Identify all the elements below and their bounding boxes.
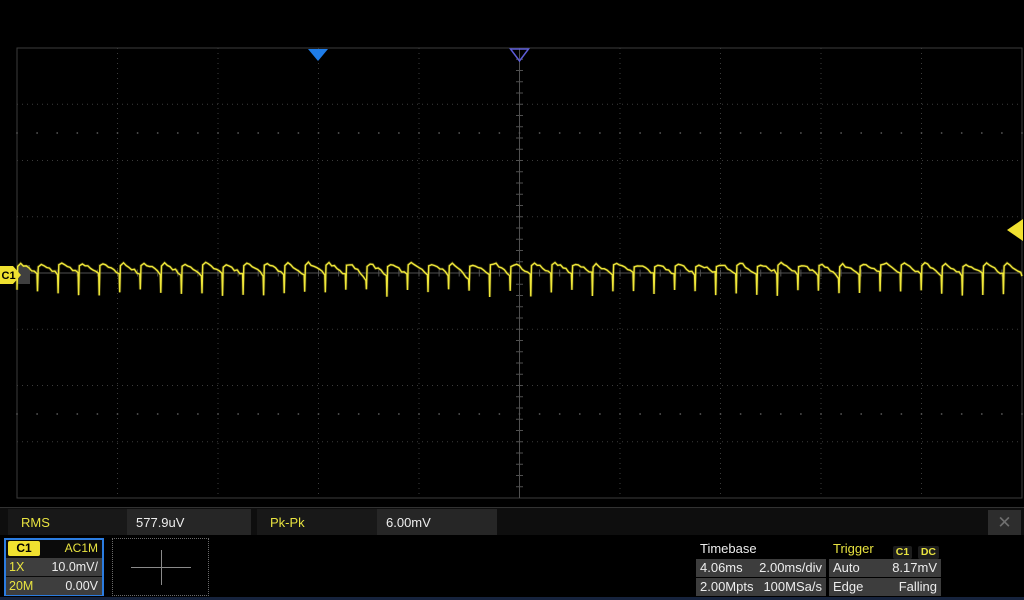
graticule-grid bbox=[16, 47, 1023, 499]
timebase-scale: 2.00ms/div bbox=[759, 560, 822, 575]
trigger-slope: Falling bbox=[898, 579, 937, 594]
waveform-display[interactable]: C1 bbox=[0, 0, 1024, 506]
channel1-badge: C1 bbox=[8, 541, 40, 556]
channel1-offset-value: 0.00V bbox=[65, 579, 98, 593]
measurement-1-label[interactable]: RMS bbox=[8, 509, 127, 535]
trigger-coupling-badge: DC bbox=[917, 546, 939, 559]
add-channel-button[interactable] bbox=[112, 538, 209, 596]
trigger-source-chips: C1 DC bbox=[891, 542, 939, 560]
trigger-row-1: Auto 8.17mV bbox=[829, 559, 941, 577]
display-area[interactable]: C1 bbox=[0, 0, 1024, 506]
trigger-title: Trigger C1 DC bbox=[829, 540, 941, 560]
plus-icon bbox=[161, 550, 162, 585]
trigger-mode: Auto bbox=[833, 560, 860, 575]
timebase-panel[interactable]: Timebase 4.06ms 2.00ms/div 2.00Mpts 100M… bbox=[696, 540, 826, 596]
close-icon: ✕ bbox=[997, 513, 1012, 532]
channel1-probe: 1X bbox=[9, 560, 25, 574]
channel1-coupling: AC1M bbox=[64, 541, 98, 555]
oscilloscope-screen: C1 RMS 577.9uV Pk-Pk 6.00mV ✕ C1 AC1M 1X… bbox=[0, 0, 1024, 600]
measurement-2-label[interactable]: Pk-Pk bbox=[257, 509, 377, 535]
timebase-row-2: 2.00Mpts 100MSa/s bbox=[696, 578, 826, 596]
measurement-1-value[interactable]: 577.9uV bbox=[127, 509, 251, 535]
trigger-panel[interactable]: Trigger C1 DC Auto 8.17mV Edge Falling bbox=[829, 540, 941, 596]
trigger-row-2: Edge Falling bbox=[829, 578, 941, 596]
close-measurements-button[interactable]: ✕ bbox=[988, 510, 1021, 535]
measurement-2-value[interactable]: 6.00mV bbox=[377, 509, 497, 535]
channel1-volts-per-div: 10.0mV/ bbox=[51, 560, 98, 574]
channel1-bandwidth: 20M bbox=[9, 579, 34, 593]
trigger-level-value: 8.17mV bbox=[892, 560, 937, 575]
trigger-source-badge: C1 bbox=[892, 546, 913, 559]
channel1-offset-row: 20M 0.00V bbox=[6, 577, 102, 595]
timebase-points: 2.00Mpts bbox=[700, 579, 754, 594]
trigger-type: Edge bbox=[833, 579, 864, 594]
trigger-level-marker-icon[interactable] bbox=[1007, 219, 1023, 241]
timebase-title: Timebase bbox=[700, 541, 757, 556]
trigger-position-marker-icon[interactable] bbox=[308, 49, 328, 61]
channel1-title-row: C1 AC1M bbox=[6, 540, 102, 557]
channel1-scale-row: 1X 10.0mV/ bbox=[6, 558, 102, 576]
measurement-bar: RMS 577.9uV Pk-Pk 6.00mV ✕ bbox=[0, 507, 1024, 535]
channel1-panel[interactable]: C1 AC1M 1X 10.0mV/ 20M 0.00V bbox=[4, 538, 104, 596]
timebase-row-1: 4.06ms 2.00ms/div bbox=[696, 559, 826, 577]
status-bar: C1 AC1M 1X 10.0mV/ 20M 0.00V Timebase 4.… bbox=[0, 536, 1024, 600]
trigger-title-label: Trigger bbox=[833, 541, 874, 556]
timebase-delay: 4.06ms bbox=[700, 560, 743, 575]
channel-offset-label: C1 bbox=[2, 270, 16, 282]
timebase-sample-rate: 100MSa/s bbox=[763, 579, 822, 594]
